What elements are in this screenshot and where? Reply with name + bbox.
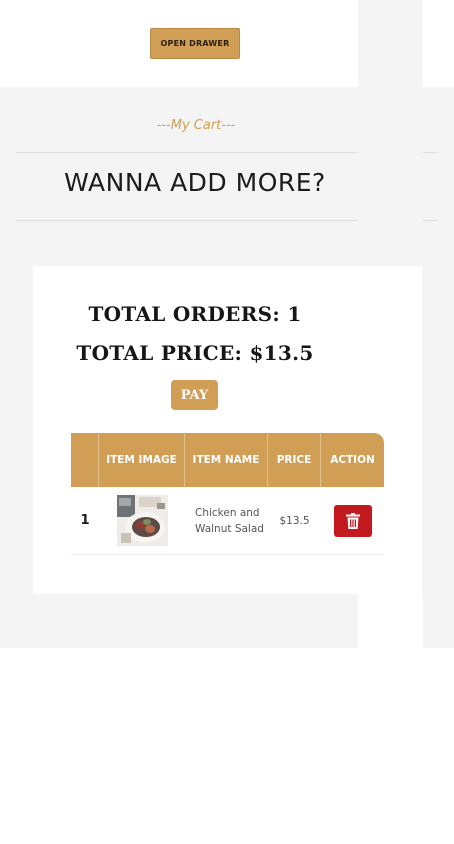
page: OPEN DRAWER ---My Cart--- WANNA ADD MORE…	[0, 0, 454, 844]
delete-item-button[interactable]	[333, 504, 372, 537]
cart-table: ITEM IMAGE ITEM NAME PRICE ACTION 1 Chic…	[71, 433, 384, 555]
divider-top	[16, 152, 358, 153]
divider-bottom	[16, 220, 358, 221]
table-row: 1 Chicken and Walnut Salad $13.5	[71, 487, 384, 555]
pay-button[interactable]: PAY	[171, 380, 218, 410]
row-index: 1	[80, 513, 90, 528]
column-header-image: ITEM IMAGE	[99, 433, 185, 487]
food-photo-graphic	[116, 495, 168, 546]
column-header-price: PRICE	[268, 433, 321, 487]
total-price: TOTAL PRICE: $13.5	[76, 341, 314, 365]
open-drawer-button[interactable]: OPEN DRAWER	[150, 28, 240, 59]
item-image-cell	[99, 487, 185, 554]
cart-summary-card: TOTAL ORDERS: 1 TOTAL PRICE: $13.5 PAY I…	[33, 266, 422, 594]
item-name: Chicken and Walnut Salad	[195, 506, 264, 535]
table-header: ITEM IMAGE ITEM NAME PRICE ACTION	[71, 433, 384, 487]
total-orders: TOTAL ORDERS: 1	[88, 302, 302, 326]
column-header-index	[71, 433, 99, 487]
action-cell	[321, 487, 384, 554]
divider-bottom-right	[423, 220, 438, 221]
item-price: $13.5	[279, 514, 310, 527]
trash-icon	[345, 512, 360, 529]
food-photo	[116, 495, 168, 546]
top-bar: OPEN DRAWER	[0, 0, 358, 87]
side-strip-bottom	[358, 594, 423, 648]
column-header-action: ACTION	[330, 454, 375, 466]
page-heading: WANNA ADD MORE?	[64, 168, 326, 197]
column-header-name: ITEM NAME	[185, 433, 268, 487]
divider-top-right	[423, 152, 438, 153]
side-strip	[358, 0, 423, 87]
cart-subtitle: ---My Cart---	[156, 118, 236, 133]
